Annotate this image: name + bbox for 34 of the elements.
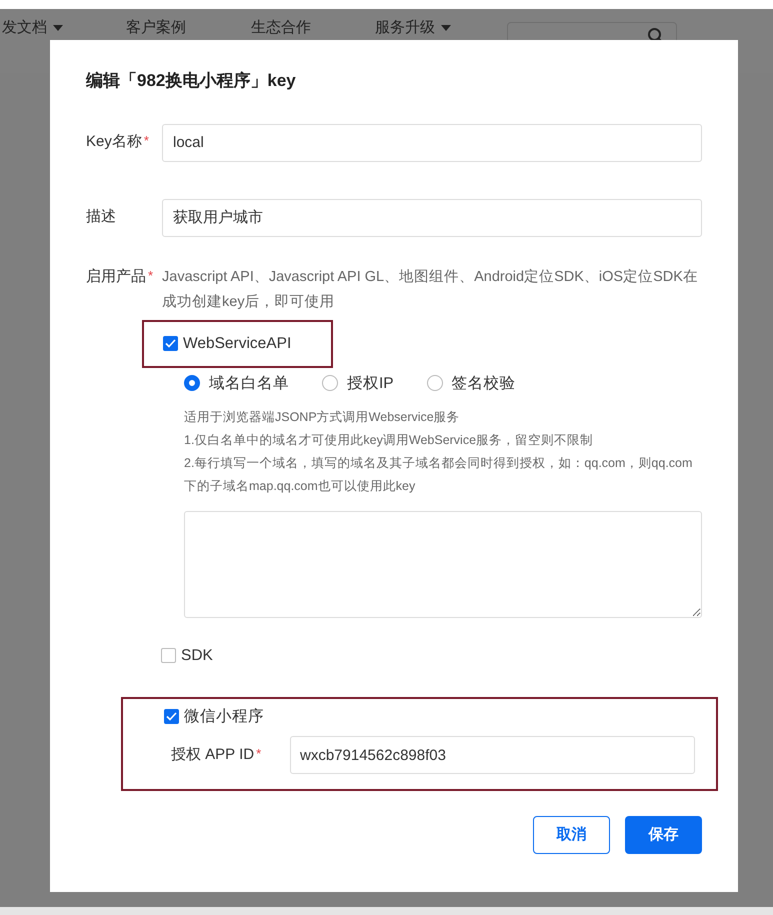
input-field[interactable]: 获取用户城市 xyxy=(162,198,702,236)
nav-link[interactable]: 生态合作 xyxy=(251,19,311,37)
radio-label: 签名校验 xyxy=(452,374,516,394)
help-text: 1.仅白名单中的域名才可使用此key调用WebService服务，留空则不限制 xyxy=(184,432,594,449)
checkbox[interactable] xyxy=(164,708,179,724)
cancel-button[interactable]: 取消 xyxy=(533,816,610,854)
input-field[interactable]: local xyxy=(162,124,702,162)
required-mark: * xyxy=(256,746,262,761)
nav-link[interactable]: 客户案例 xyxy=(126,19,186,37)
nav-link[interactable]: 发文档 xyxy=(2,19,63,37)
help-text: 适用于浏览器端JSONP方式调用Webservice服务 xyxy=(184,408,461,426)
radio-label: 授权IP xyxy=(347,374,394,394)
field-label: 启用产品 xyxy=(86,268,146,284)
dialog-title: 编辑「982换电小程序」key xyxy=(86,70,297,92)
required-mark: * xyxy=(148,268,154,282)
checkbox-label: 微信小程序 xyxy=(184,706,264,727)
product-note: Javascript API、Javascript API GL、地图组件、Android定位SDK、iOS定位SDK在成功创建key后，即可使用 xyxy=(162,268,699,312)
checkbox-label: SDK xyxy=(181,646,213,666)
field-label: 描述 xyxy=(86,208,116,226)
checkbox[interactable] xyxy=(163,336,178,351)
checkbox-label: WebServiceAPI xyxy=(183,334,292,354)
save-button[interactable]: 保存 xyxy=(625,816,702,854)
field-label: Key名称 xyxy=(86,133,142,150)
field-label: 授权 APP ID xyxy=(171,746,254,763)
input-field[interactable]: wxcb7914562c898f03 xyxy=(290,736,695,774)
required-mark: * xyxy=(144,133,149,148)
checkbox[interactable] xyxy=(161,648,176,664)
radio-label: 域名白名单 xyxy=(209,374,289,394)
domain-textarea[interactable] xyxy=(184,510,702,618)
radio-button[interactable] xyxy=(426,375,443,392)
radio-button[interactable] xyxy=(184,375,200,392)
help-text: 2.每行填写一个域名，填写的域名及其子域名都会同时得到授权，如：qq.com，则qq.com下的子域名map.qq.com也可以使用此key xyxy=(184,454,694,495)
radio-button[interactable] xyxy=(322,375,338,392)
nav-link[interactable]: 服务升级 xyxy=(375,19,451,37)
